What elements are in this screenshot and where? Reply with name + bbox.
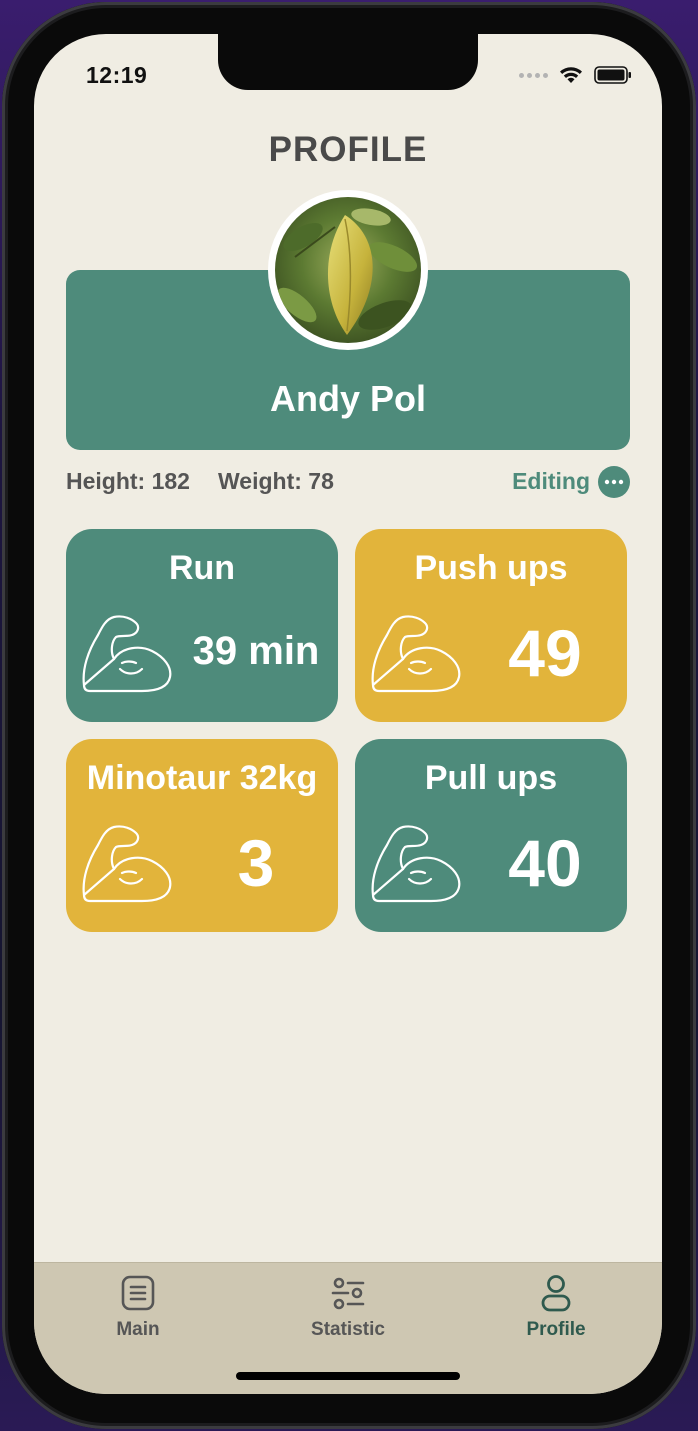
exercise-card-run[interactable]: Run 39 min [66,529,338,722]
page-title: PROFILE [268,130,428,169]
exercise-card-minotaur[interactable]: Minotaur 32kg 3 [66,739,338,932]
tab-label: Statistic [311,1319,385,1340]
app-screen: 12:19 PROFILE Andy Pol Height: 182 Weigh… [34,34,662,1394]
editing-label[interactable]: Editing [512,468,590,495]
camera-notch [218,34,478,90]
flexed-biceps-icon [82,615,172,693]
exercise-card-push-ups[interactable]: Push ups 49 [355,529,627,722]
body-metrics: Height: 182 Weight: 78 Editing [66,466,630,502]
avatar-leaf-photo [275,197,421,343]
card-title: Pull ups [424,759,558,797]
document-list-icon [121,1275,155,1311]
tab-statistic[interactable]: Statistic [258,1271,438,1351]
status-icons [519,64,632,86]
person-icon [541,1275,571,1312]
card-value: 39 min [192,629,320,673]
card-value: 49 [508,616,582,690]
more-dots-icon [604,479,624,485]
avatar[interactable] [268,190,428,350]
tab-label: Main [116,1319,160,1340]
tab-label: Profile [526,1319,586,1340]
sliders-icon [331,1277,365,1310]
battery-icon [594,66,631,84]
flexed-biceps-icon [371,825,461,903]
tab-profile[interactable]: Profile [466,1271,646,1351]
status-time: 12:19 [86,62,148,88]
home-indicator[interactable] [236,1372,460,1380]
exercise-card-pull-ups[interactable]: Pull ups 40 [355,739,627,932]
card-value: 40 [508,826,582,900]
user-name: Andy Pol [269,378,426,419]
wifi-icon [560,67,582,83]
cellular-signal-icon [519,72,548,78]
card-title: Push ups [414,549,568,587]
tab-main[interactable]: Main [48,1271,228,1351]
height-value: Height: 182 [66,468,190,494]
weight-value: Weight: 78 [218,468,334,494]
card-title: Run [168,549,236,587]
flexed-biceps-icon [82,825,172,903]
editing-button[interactable] [598,466,630,498]
card-value: 3 [237,826,275,900]
card-title: Minotaur 32kg [86,759,318,797]
flexed-biceps-icon [371,615,461,693]
